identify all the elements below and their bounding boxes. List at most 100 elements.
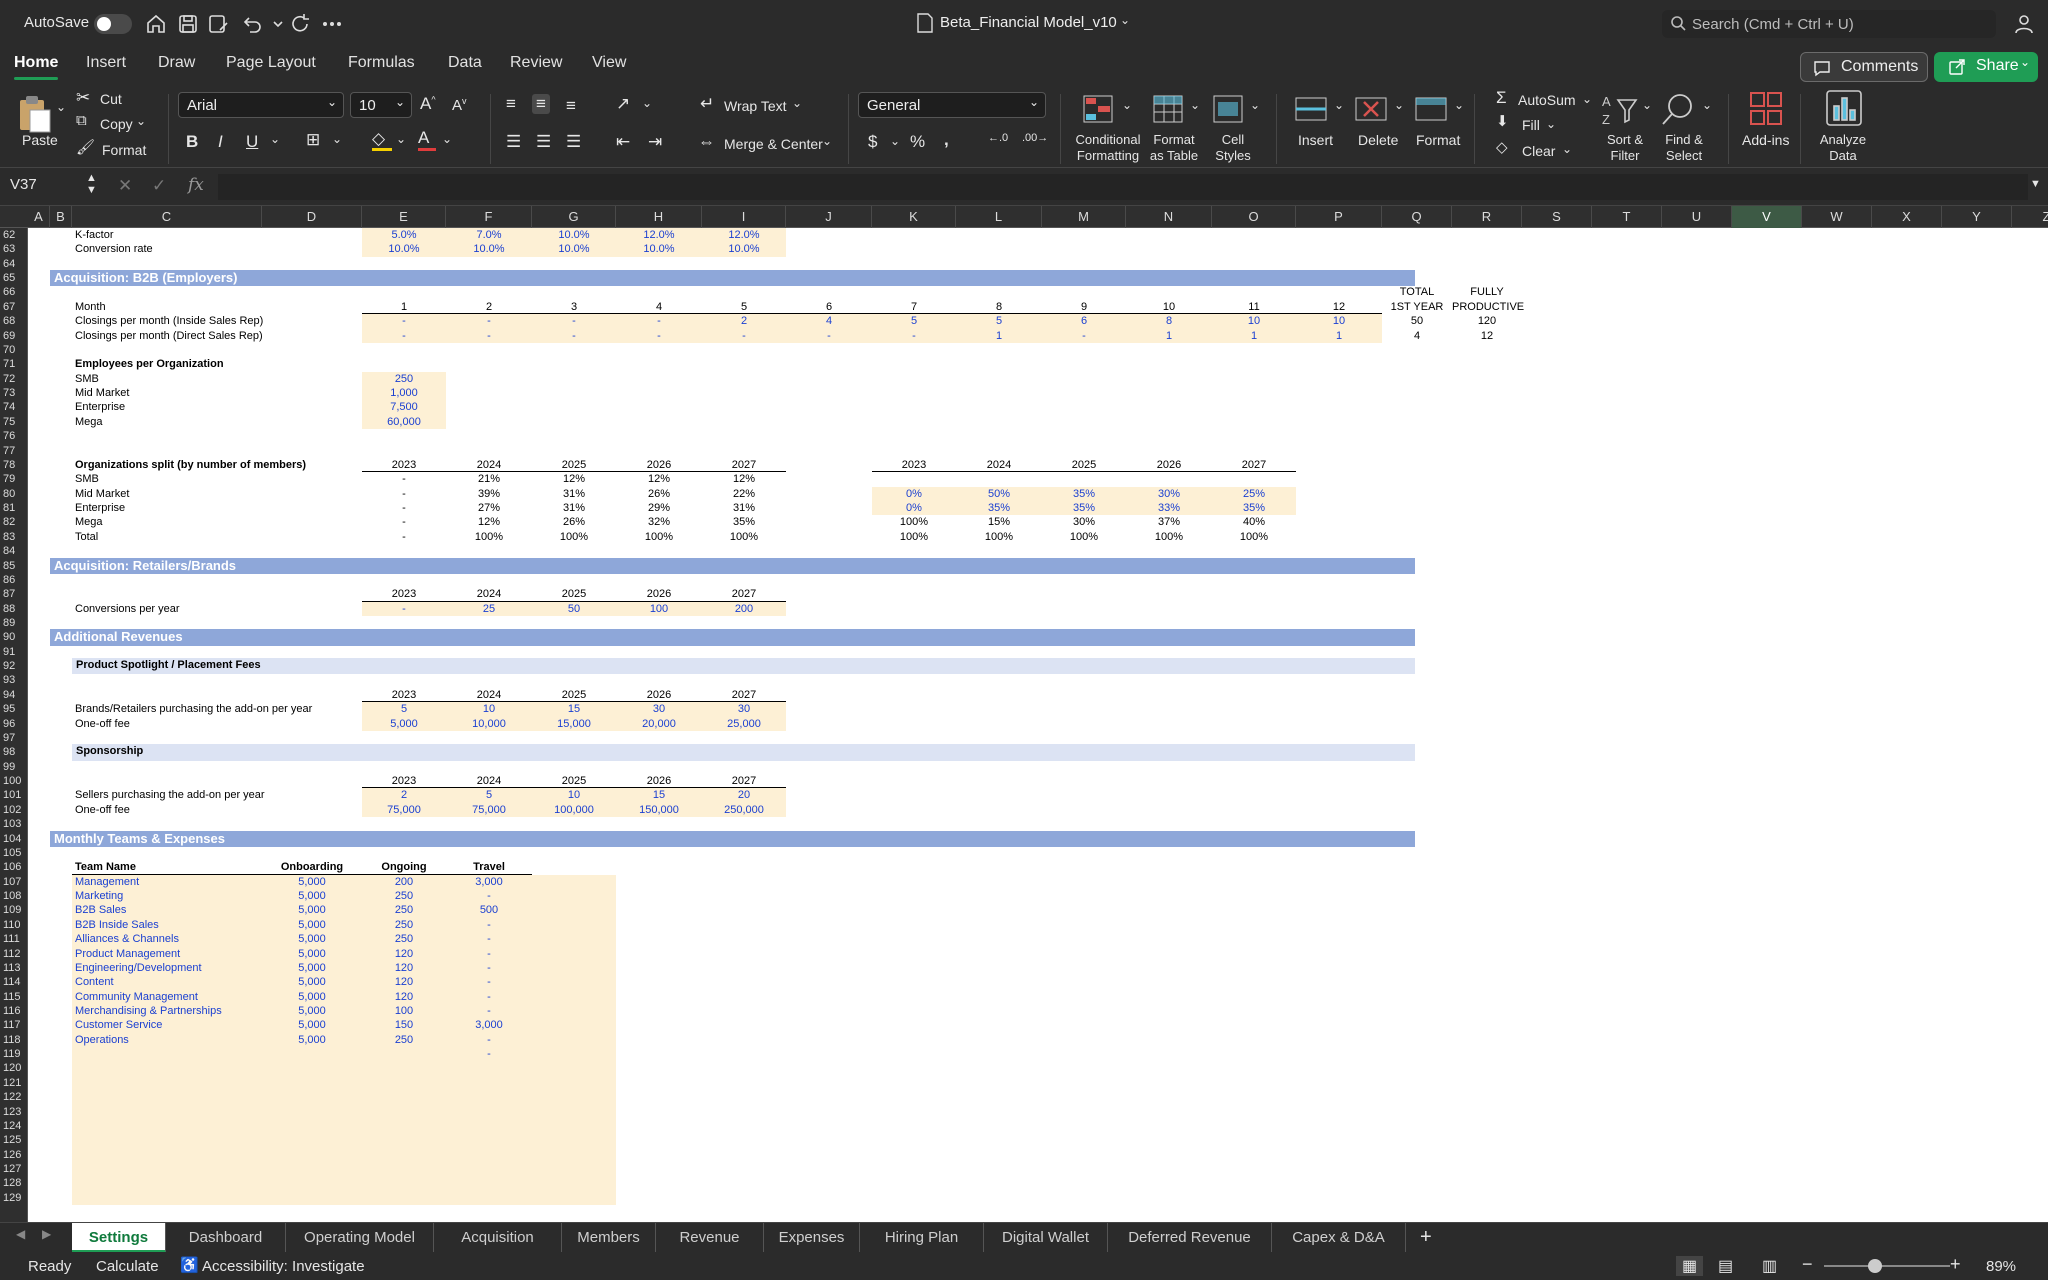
page-layout-view-icon[interactable]: ▤ bbox=[1718, 1256, 1733, 1276]
save-icon[interactable] bbox=[176, 12, 200, 36]
cell[interactable]: 50% bbox=[956, 487, 1042, 501]
column-header[interactable]: A bbox=[28, 206, 50, 228]
column-header[interactable]: E bbox=[362, 206, 446, 228]
cell[interactable]: 12 bbox=[1296, 300, 1382, 314]
cell[interactable]: 10.0% bbox=[532, 228, 616, 242]
name-box-stepper-icon[interactable]: ▲ ▼ bbox=[86, 172, 97, 196]
cell-styles-icon[interactable] bbox=[1212, 94, 1244, 124]
column-header[interactable]: Z bbox=[2012, 206, 2048, 228]
row-header[interactable]: 88 bbox=[0, 602, 28, 616]
cell[interactable]: 2025 bbox=[1042, 458, 1126, 472]
conditional-formatting-icon[interactable] bbox=[1082, 94, 1114, 124]
cell[interactable]: 1 bbox=[1126, 329, 1212, 343]
column-header[interactable]: I bbox=[702, 206, 786, 228]
cell[interactable]: 5,000 bbox=[262, 961, 362, 975]
cell[interactable]: 2024 bbox=[446, 774, 532, 788]
cell[interactable]: SMB bbox=[75, 472, 99, 486]
fill-color-dropdown-icon[interactable]: ⌄ bbox=[396, 132, 406, 146]
row-header[interactable]: 68 bbox=[0, 314, 28, 328]
row-header[interactable]: 64 bbox=[0, 257, 28, 271]
decrease-decimal-icon[interactable]: .00→ bbox=[1022, 132, 1048, 144]
row-header[interactable]: 96 bbox=[0, 717, 28, 731]
cell[interactable]: 27% bbox=[446, 501, 532, 515]
cell[interactable]: 100% bbox=[532, 530, 616, 544]
orientation-dropdown-icon[interactable]: ⌄ bbox=[642, 96, 652, 110]
cell[interactable]: Enterprise bbox=[75, 501, 125, 515]
row-header[interactable]: 120 bbox=[0, 1061, 28, 1075]
cell[interactable]: 30 bbox=[702, 702, 786, 716]
cell[interactable]: 30% bbox=[1042, 515, 1126, 529]
cell[interactable]: Month bbox=[75, 300, 106, 314]
cell[interactable]: 2026 bbox=[616, 688, 702, 702]
cell[interactable]: Closings per month (Direct Sales Rep) bbox=[75, 329, 263, 343]
cell[interactable]: - bbox=[786, 329, 872, 343]
cell[interactable]: 10.0% bbox=[532, 242, 616, 256]
cell[interactable]: 120 bbox=[362, 961, 446, 975]
spreadsheet-grid[interactable]: ABCDEFGHIJKLMNOPQRSTUVWXYZ 62 63 64 65 66 67 6… bbox=[0, 206, 2048, 1222]
cell[interactable]: 500 bbox=[446, 903, 532, 917]
align-bottom-icon[interactable]: ≡ bbox=[566, 96, 576, 116]
cell[interactable]: 150 bbox=[362, 1018, 446, 1032]
conditional-formatting-button[interactable]: Conditional Formatting bbox=[1068, 132, 1148, 164]
cell[interactable]: Sellers purchasing the add-on per year bbox=[75, 788, 265, 802]
cell[interactable]: 2025 bbox=[532, 774, 616, 788]
cell[interactable]: - bbox=[446, 990, 532, 1004]
fill-dropdown-icon[interactable]: ⌄ bbox=[1546, 117, 1556, 131]
row-header[interactable]: 74 bbox=[0, 400, 28, 414]
row-header[interactable]: 81 bbox=[0, 501, 28, 515]
cell[interactable]: 1,000 bbox=[362, 386, 446, 400]
row-header[interactable]: 109 bbox=[0, 903, 28, 917]
delete-cells-button[interactable]: Delete bbox=[1358, 132, 1398, 148]
cell[interactable]: 12% bbox=[532, 472, 616, 486]
row-header[interactable]: 95 bbox=[0, 702, 28, 716]
cell[interactable]: 10,000 bbox=[446, 717, 532, 731]
tab-draw[interactable]: Draw bbox=[158, 54, 195, 72]
tab-view[interactable]: View bbox=[592, 54, 626, 72]
cell[interactable]: 25,000 bbox=[702, 717, 786, 731]
cell[interactable]: 250 bbox=[362, 889, 446, 903]
cell[interactable]: 2026 bbox=[616, 458, 702, 472]
cell[interactable]: 3,000 bbox=[446, 875, 532, 889]
cell[interactable]: B2B Sales bbox=[75, 903, 126, 917]
cell[interactable]: 15 bbox=[532, 702, 616, 716]
merge-dropdown-icon[interactable]: ⌄ bbox=[822, 134, 832, 148]
cell[interactable]: 50 bbox=[1382, 314, 1452, 328]
cell[interactable]: 8 bbox=[956, 300, 1042, 314]
cell[interactable]: Mid Market bbox=[75, 386, 129, 400]
cell[interactable]: 10 bbox=[532, 788, 616, 802]
sheet-tab-deferred-revenue[interactable]: Deferred Revenue bbox=[1108, 1223, 1272, 1253]
zoom-level[interactable]: 89% bbox=[1986, 1258, 2016, 1275]
prev-sheet-icon[interactable]: ◀ bbox=[16, 1227, 25, 1241]
cell[interactable]: 2024 bbox=[956, 458, 1042, 472]
cell[interactable]: Engineering/Development bbox=[75, 961, 202, 975]
cell[interactable]: One-off fee bbox=[75, 803, 130, 817]
cell[interactable]: Merchandising & Partnerships bbox=[75, 1004, 222, 1018]
sheet-tab-hiring-plan[interactable]: Hiring Plan bbox=[860, 1223, 984, 1253]
cell[interactable]: 250 bbox=[362, 918, 446, 932]
cell[interactable]: 100% bbox=[702, 530, 786, 544]
row-header[interactable]: 129 bbox=[0, 1191, 28, 1205]
cell[interactable]: Team Name bbox=[75, 860, 136, 874]
title-chevron-icon[interactable]: ⌄ bbox=[1120, 13, 1130, 27]
row-header[interactable]: 72 bbox=[0, 372, 28, 386]
add-ins-icon[interactable] bbox=[1748, 90, 1784, 128]
borders-dropdown-icon[interactable]: ⌄ bbox=[332, 132, 342, 146]
cell[interactable]: 100,000 bbox=[532, 803, 616, 817]
format-as-table-icon[interactable] bbox=[1152, 94, 1184, 124]
cell[interactable]: 250 bbox=[362, 903, 446, 917]
currency-dropdown-icon[interactable]: ⌄ bbox=[890, 134, 900, 148]
cell[interactable]: 5,000 bbox=[262, 975, 362, 989]
cell[interactable]: 2027 bbox=[702, 587, 786, 601]
row-header[interactable]: 107 bbox=[0, 875, 28, 889]
formula-input[interactable] bbox=[218, 174, 2028, 200]
cell[interactable]: 2 bbox=[446, 300, 532, 314]
next-sheet-icon[interactable]: ▶ bbox=[42, 1227, 51, 1241]
cell[interactable]: 31% bbox=[702, 501, 786, 515]
cell[interactable]: 2027 bbox=[702, 688, 786, 702]
cell[interactable]: 2023 bbox=[362, 774, 446, 788]
cell[interactable]: 20,000 bbox=[616, 717, 702, 731]
row-header[interactable]: 69 bbox=[0, 329, 28, 343]
fill-icon[interactable]: ⬇ bbox=[1496, 112, 1509, 130]
tab-data[interactable]: Data bbox=[448, 54, 482, 72]
row-header[interactable]: 113 bbox=[0, 961, 28, 975]
